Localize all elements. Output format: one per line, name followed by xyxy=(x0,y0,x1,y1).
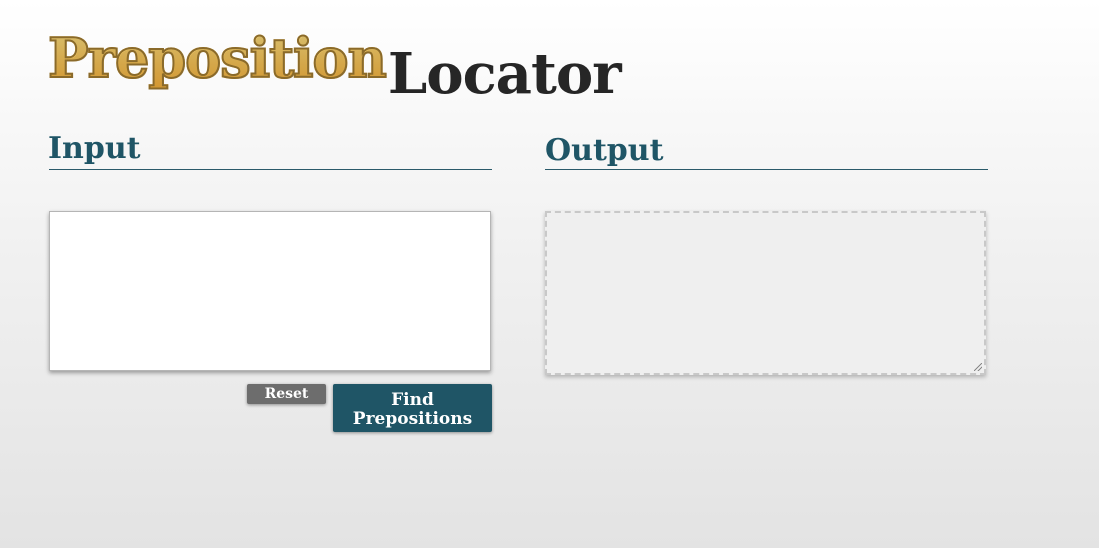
app-logo: PrepositionLocator xyxy=(47,25,622,107)
resize-grip-icon[interactable] xyxy=(974,363,982,371)
logo-word-preposition: Preposition xyxy=(47,25,388,91)
input-heading: Input xyxy=(48,131,141,166)
reset-button[interactable]: Reset xyxy=(247,384,326,404)
logo-word-locator: Locator xyxy=(387,41,622,107)
output-heading-divider xyxy=(545,169,988,170)
input-heading-divider xyxy=(49,169,492,170)
output-heading: Output xyxy=(545,133,664,168)
output-area[interactable] xyxy=(545,211,986,375)
find-prepositions-button[interactable]: Find Prepositions xyxy=(333,384,492,432)
input-textarea[interactable] xyxy=(49,211,491,371)
